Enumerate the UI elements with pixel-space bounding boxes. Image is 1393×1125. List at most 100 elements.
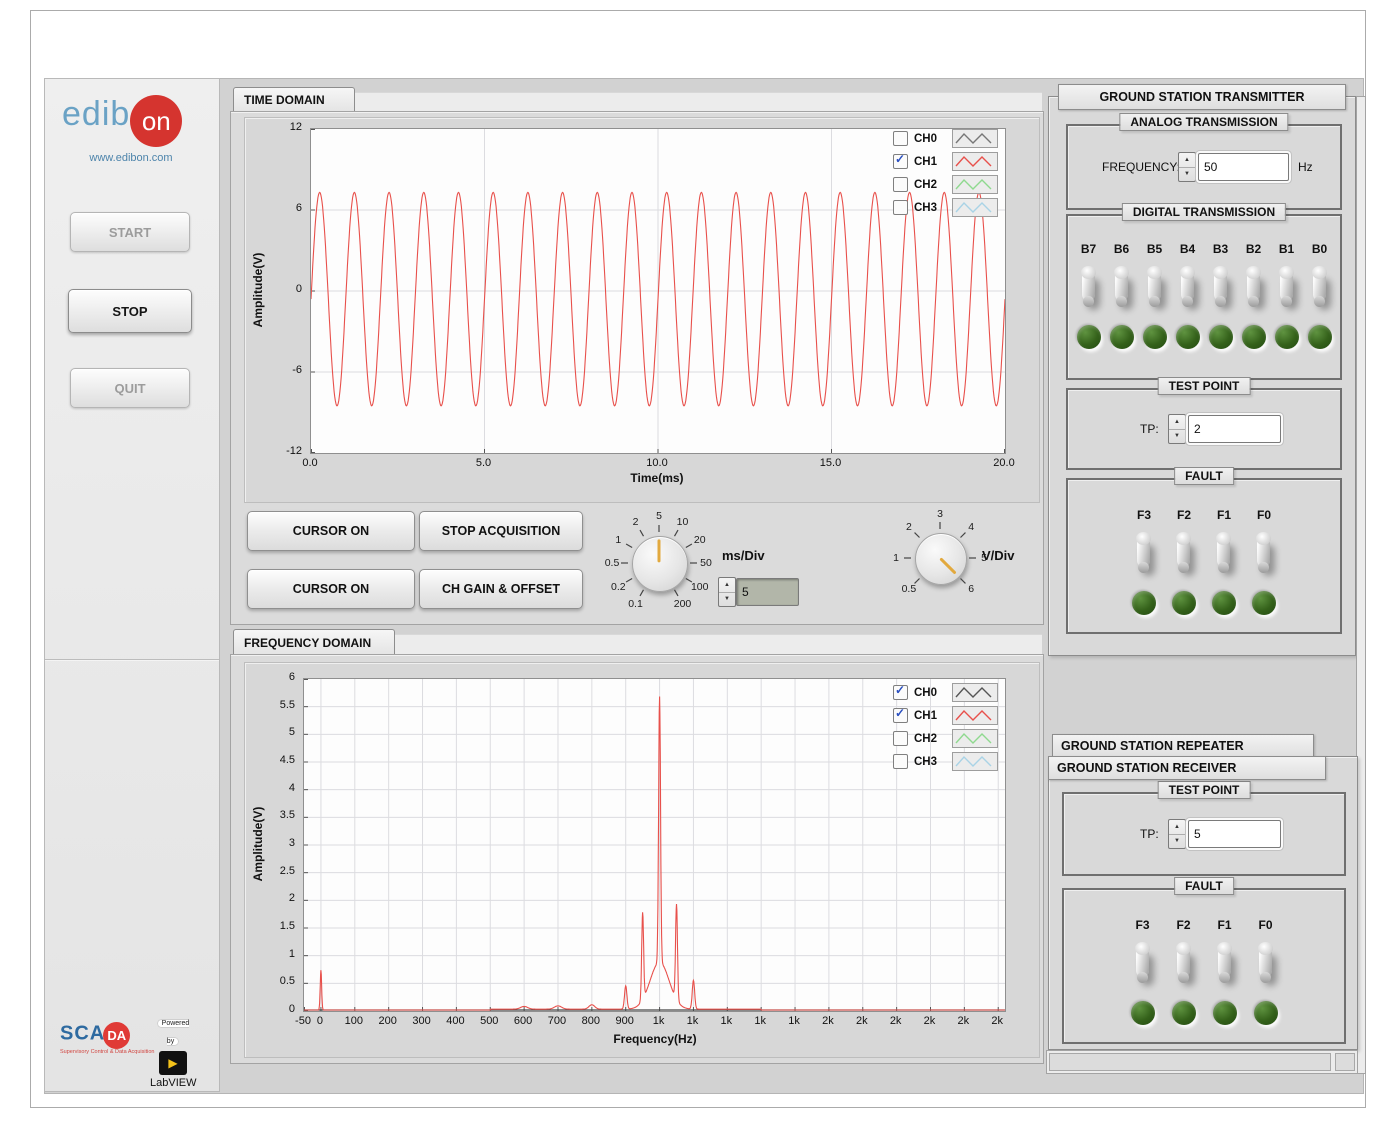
xtick-label: 700 bbox=[548, 1015, 566, 1027]
legend-label: CH0 bbox=[914, 687, 948, 699]
time-domain-xtick-labels: 0.05.010.015.020.0 bbox=[310, 456, 1004, 470]
time-domain-tab-strip bbox=[334, 92, 1042, 112]
toggle-switch-b6[interactable] bbox=[1109, 265, 1135, 313]
legend-checkbox-ch1[interactable]: ✓ bbox=[893, 154, 908, 169]
digital-transmission-caption: DIGITAL TRANSMISSION bbox=[1122, 203, 1286, 221]
tab-frequency-domain[interactable]: FREQUENCY DOMAIN bbox=[233, 629, 395, 655]
legend-checkbox-ch0[interactable] bbox=[893, 131, 908, 146]
tp-spinner[interactable]: ▲ ▼ bbox=[1168, 414, 1186, 444]
digital-transmission-group: DIGITAL TRANSMISSION B7B6B5B4B3B2B1B0 bbox=[1066, 214, 1342, 380]
decrement-icon[interactable]: ▼ bbox=[1169, 835, 1185, 849]
switch-cap bbox=[1180, 266, 1195, 279]
legend-label: CH2 bbox=[914, 733, 948, 745]
toggle-switch-b3[interactable] bbox=[1208, 265, 1234, 313]
fault-caption: FAULT bbox=[1174, 467, 1234, 485]
switch-cap bbox=[1217, 942, 1232, 955]
checkmark-icon: ✓ bbox=[895, 683, 905, 697]
ms-div-knob[interactable]: 0.10.20.5125102050100200 bbox=[599, 503, 719, 623]
legend-row-ch0: CH0 bbox=[893, 129, 998, 148]
edibon-scada-application: edibon www.edibon.com START STOP QUIT SC… bbox=[0, 0, 1393, 1125]
increment-icon[interactable]: ▲ bbox=[1169, 820, 1185, 835]
increment-icon[interactable]: ▲ bbox=[1169, 415, 1185, 430]
toggle-switch-b7[interactable] bbox=[1076, 265, 1102, 313]
toggle-switch-f2[interactable] bbox=[1171, 941, 1197, 989]
legend-line-sample bbox=[952, 729, 998, 748]
knob-tick-label: 6 bbox=[968, 583, 974, 595]
tp-label: TP: bbox=[1140, 827, 1159, 841]
increment-icon[interactable]: ▲ bbox=[1179, 153, 1195, 168]
bit-column-f1: F1 bbox=[1212, 918, 1238, 1025]
legend-checkbox-ch3[interactable] bbox=[893, 754, 908, 769]
bit-label-b7: B7 bbox=[1081, 242, 1096, 256]
toggle-switch-f3[interactable] bbox=[1131, 531, 1157, 579]
start-button[interactable]: START bbox=[70, 212, 190, 252]
stop-acquisition-button[interactable]: STOP ACQUISITION bbox=[419, 511, 583, 551]
legend-checkbox-ch0[interactable]: ✓ bbox=[893, 685, 908, 700]
toggle-switch-b1[interactable] bbox=[1274, 265, 1300, 313]
sidebar-divider bbox=[45, 659, 219, 661]
decrement-icon[interactable]: ▼ bbox=[719, 593, 735, 607]
xtick-label: 5.0 bbox=[476, 457, 491, 469]
ytick-label: 5.5 bbox=[280, 699, 295, 711]
toggle-switch-f1[interactable] bbox=[1212, 941, 1238, 989]
legend-checkbox-ch1[interactable]: ✓ bbox=[893, 708, 908, 723]
led-f1 bbox=[1212, 591, 1236, 615]
toggle-switch-f3[interactable] bbox=[1130, 941, 1156, 989]
stop-button[interactable]: STOP bbox=[68, 289, 192, 333]
ms-div-value-field[interactable]: 5 bbox=[736, 578, 799, 606]
scrollbar-end-button[interactable] bbox=[1335, 1053, 1355, 1071]
scada-logo-text: SCA bbox=[60, 1023, 105, 1045]
ytick-label: -6 bbox=[292, 364, 302, 376]
bit-column-b6: B6 bbox=[1109, 242, 1135, 349]
cursor-on-button-1[interactable]: CURSOR ON bbox=[247, 511, 415, 551]
legend-row-ch2: CH2 bbox=[893, 175, 998, 194]
v-div-knob-face[interactable] bbox=[915, 533, 967, 585]
toggle-switch-b2[interactable] bbox=[1241, 265, 1267, 313]
legend-checkbox-ch2[interactable] bbox=[893, 731, 908, 746]
frequency-spinner[interactable]: ▲ ▼ bbox=[1178, 152, 1196, 182]
ms-div-spinner[interactable]: ▲ ▼ bbox=[718, 577, 736, 607]
tp-value-field[interactable]: 2 bbox=[1188, 415, 1281, 443]
toggle-switch-f0[interactable] bbox=[1251, 531, 1277, 579]
toggle-switch-b0[interactable] bbox=[1307, 265, 1333, 313]
toggle-switch-f0[interactable] bbox=[1253, 941, 1279, 989]
bit-column-f3: F3 bbox=[1131, 508, 1157, 615]
knob-tick-label: 2 bbox=[906, 521, 912, 533]
quit-button[interactable]: QUIT bbox=[70, 368, 190, 408]
legend-checkbox-ch3[interactable] bbox=[893, 200, 908, 215]
xtick-label: 20.0 bbox=[993, 457, 1014, 469]
labview-label: LabVIEW bbox=[150, 1077, 196, 1089]
toggle-switch-f1[interactable] bbox=[1211, 531, 1237, 579]
knob-tick-label: 0.5 bbox=[605, 557, 620, 569]
decrement-icon[interactable]: ▼ bbox=[1169, 430, 1185, 444]
toggle-switch-b5[interactable] bbox=[1142, 265, 1168, 313]
toggle-switch-f2[interactable] bbox=[1171, 531, 1197, 579]
tp-spinner[interactable]: ▲ ▼ bbox=[1168, 819, 1186, 849]
knob-tick-label: 50 bbox=[700, 557, 712, 569]
receiver-horizontal-scrollbar[interactable] bbox=[1046, 1050, 1358, 1074]
increment-icon[interactable]: ▲ bbox=[719, 578, 735, 593]
v-div-knob[interactable]: 0.5123456 bbox=[884, 502, 996, 614]
ch-gain-offset-button[interactable]: CH GAIN & OFFSET bbox=[419, 569, 583, 609]
switch-cap bbox=[1135, 942, 1150, 955]
scrollbar-thumb[interactable] bbox=[1049, 1053, 1331, 1071]
decrement-icon[interactable]: ▼ bbox=[1179, 168, 1195, 182]
tp-value-field[interactable]: 5 bbox=[1188, 820, 1281, 848]
switch-cap bbox=[1147, 266, 1162, 279]
tab-time-domain[interactable]: TIME DOMAIN bbox=[233, 87, 355, 112]
switch-cap bbox=[1258, 942, 1273, 955]
switch-tip bbox=[1258, 562, 1269, 573]
bit-label-b3: B3 bbox=[1213, 242, 1228, 256]
switch-cap bbox=[1216, 532, 1231, 545]
cursor-on-button-2[interactable]: CURSOR ON bbox=[247, 569, 415, 609]
legend-checkbox-ch2[interactable] bbox=[893, 177, 908, 192]
led-f0 bbox=[1252, 591, 1276, 615]
bit-column-b1: B1 bbox=[1274, 242, 1300, 349]
xtick-label: 0 bbox=[317, 1015, 323, 1027]
scada-subtitle: Supervisory Control & Data Acquisition bbox=[60, 1049, 154, 1055]
ms-div-knob-face[interactable] bbox=[632, 536, 688, 592]
frequency-value-field[interactable]: 50 bbox=[1198, 153, 1289, 181]
xtick-label: 600 bbox=[514, 1015, 532, 1027]
xtick-label: 2k bbox=[890, 1015, 902, 1027]
toggle-switch-b4[interactable] bbox=[1175, 265, 1201, 313]
